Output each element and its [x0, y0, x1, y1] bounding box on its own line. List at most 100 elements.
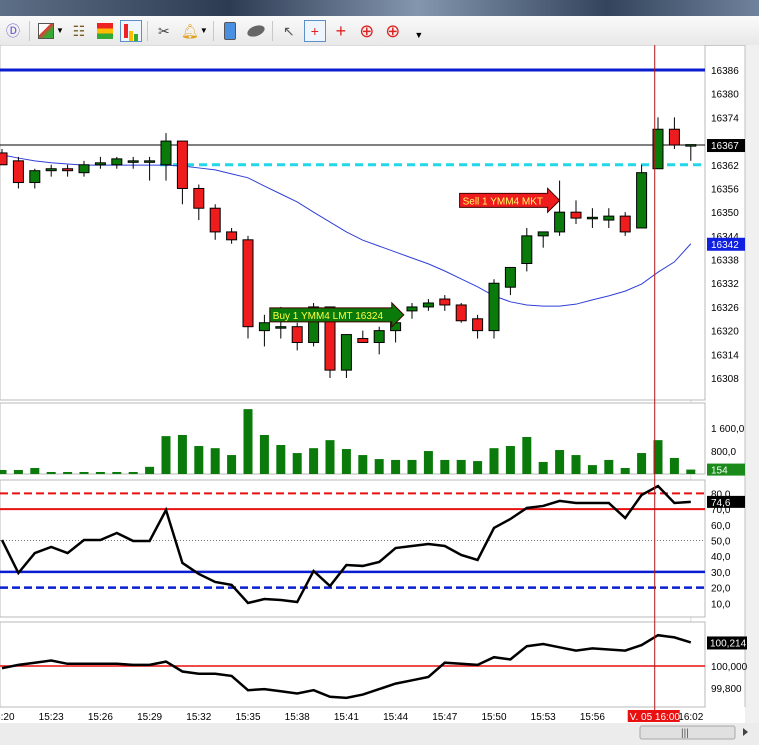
candle-body	[0, 152, 8, 166]
hierarchy-icon[interactable]: ☷	[68, 20, 90, 42]
volume-bar	[30, 467, 40, 474]
candle-body	[472, 318, 484, 332]
time-label: 15:50	[481, 712, 506, 723]
candle-body	[127, 160, 139, 163]
volume-bar	[587, 465, 597, 474]
volume-bar	[374, 459, 384, 474]
oscillator-tick-label: 10,0	[711, 599, 731, 610]
volume-bar	[46, 471, 56, 474]
candle-body	[636, 172, 648, 229]
candle-body	[570, 211, 582, 219]
candle-body	[521, 235, 533, 265]
oscillator-tick-label: 50,0	[711, 537, 731, 548]
volume-bar	[0, 469, 7, 474]
crosshair-time-label: V. 05 16:00	[630, 712, 681, 723]
volume-bar	[63, 471, 73, 474]
volume-bar	[227, 455, 237, 474]
volume-bar	[555, 450, 565, 474]
volume-bar	[637, 453, 647, 474]
candle-body	[193, 187, 205, 209]
candle-body	[258, 322, 270, 332]
candle-body	[242, 239, 254, 328]
mouse-icon[interactable]	[245, 20, 267, 42]
alert-bell-icon[interactable]: 🔔︎	[179, 20, 201, 42]
volume-bar	[276, 445, 286, 474]
data-series-icon[interactable]: Ⓓ	[2, 20, 24, 42]
time-label: 15:20	[0, 712, 15, 723]
volume-bar	[456, 459, 466, 474]
scrollbar-grip-icon: |||	[681, 728, 689, 739]
right-margin	[745, 45, 759, 745]
indicators-icon[interactable]: ✂	[153, 20, 175, 42]
volume-bar	[440, 459, 450, 474]
ratio-tick-label: 100,000	[711, 662, 748, 673]
chevron-down-icon[interactable]: ▼	[200, 26, 208, 35]
candle-body	[586, 216, 598, 220]
candle-body	[45, 168, 57, 172]
volume-bar	[243, 409, 253, 474]
volume-bar	[604, 459, 614, 474]
volume-bar	[13, 469, 23, 474]
oscillator-tick-label: 30,0	[711, 568, 731, 579]
candle-body	[275, 326, 287, 329]
candle-body	[29, 170, 41, 184]
price-tick-label: 16320	[711, 327, 739, 338]
time-label: 15:44	[383, 712, 408, 723]
chart-style-icon[interactable]	[35, 20, 57, 42]
global-crosshair-icon[interactable]: +	[330, 20, 352, 42]
price-tick-label: 16386	[711, 66, 739, 77]
time-label: 15:38	[285, 712, 310, 723]
candle-body	[12, 160, 24, 184]
toolbar-separator	[212, 20, 214, 41]
crosshair-icon[interactable]: +	[303, 19, 326, 42]
price-tick-label: 16362	[711, 161, 739, 172]
volume-bar	[292, 453, 302, 474]
candle-body	[291, 326, 303, 343]
ma-value-label: 16342	[711, 240, 739, 251]
candle-body	[619, 215, 631, 233]
color-bars-icon[interactable]	[94, 20, 116, 42]
phone-icon[interactable]	[219, 20, 241, 42]
candle-body	[488, 282, 500, 332]
order-label: Sell 1 YMM4 MKT	[463, 196, 543, 207]
time-label: 15:35	[235, 712, 260, 723]
pointer-icon[interactable]: ↖	[278, 20, 300, 42]
volume-bar	[145, 466, 155, 474]
crosshair-dot-right-icon[interactable]: ⊕	[382, 20, 404, 42]
pane-frame	[0, 45, 706, 401]
candle-body	[373, 330, 385, 343]
price-tick-label: 16326	[711, 303, 739, 314]
volume-bar	[423, 451, 433, 474]
pane-frame	[0, 402, 706, 475]
volume-bar	[325, 440, 335, 474]
candle-body	[78, 164, 90, 174]
volume-bar	[309, 448, 319, 474]
price-tick-label: 16332	[711, 279, 739, 290]
candle-body	[422, 302, 434, 308]
time-label: 15:29	[137, 712, 162, 723]
time-label: 15:26	[88, 712, 113, 723]
candle-body	[94, 162, 106, 166]
time-label: 15:32	[186, 712, 211, 723]
price-tick-label: 16338	[711, 256, 739, 267]
volume-bar	[686, 469, 696, 474]
ratio-last-label: 100,214	[710, 638, 747, 649]
overflow-icon[interactable]: ▼	[408, 25, 430, 47]
candle-body	[357, 338, 369, 343]
volume-bar	[669, 457, 679, 474]
chevron-down-icon[interactable]: ▼	[56, 26, 64, 35]
bar-chart-icon[interactable]	[119, 19, 142, 42]
volume-bar	[194, 446, 204, 474]
volume-bar	[473, 461, 483, 474]
volume-bar	[341, 449, 351, 474]
volume-last-label: 154	[711, 466, 728, 477]
ratio-tick-label: 99,800	[711, 684, 742, 695]
candle-body	[685, 144, 697, 147]
volume-bar	[522, 436, 532, 474]
crosshair-dot-icon[interactable]: ⊕	[356, 20, 378, 42]
volume-bar	[95, 471, 105, 474]
chart-canvas[interactable]: Buy 1 YMM4 LMT 16324 Sell 1 YMM4 MKT 15:2…	[0, 45, 759, 745]
volume-bar	[112, 471, 122, 474]
toolbar-separator	[29, 20, 30, 41]
volume-bar	[128, 471, 138, 474]
